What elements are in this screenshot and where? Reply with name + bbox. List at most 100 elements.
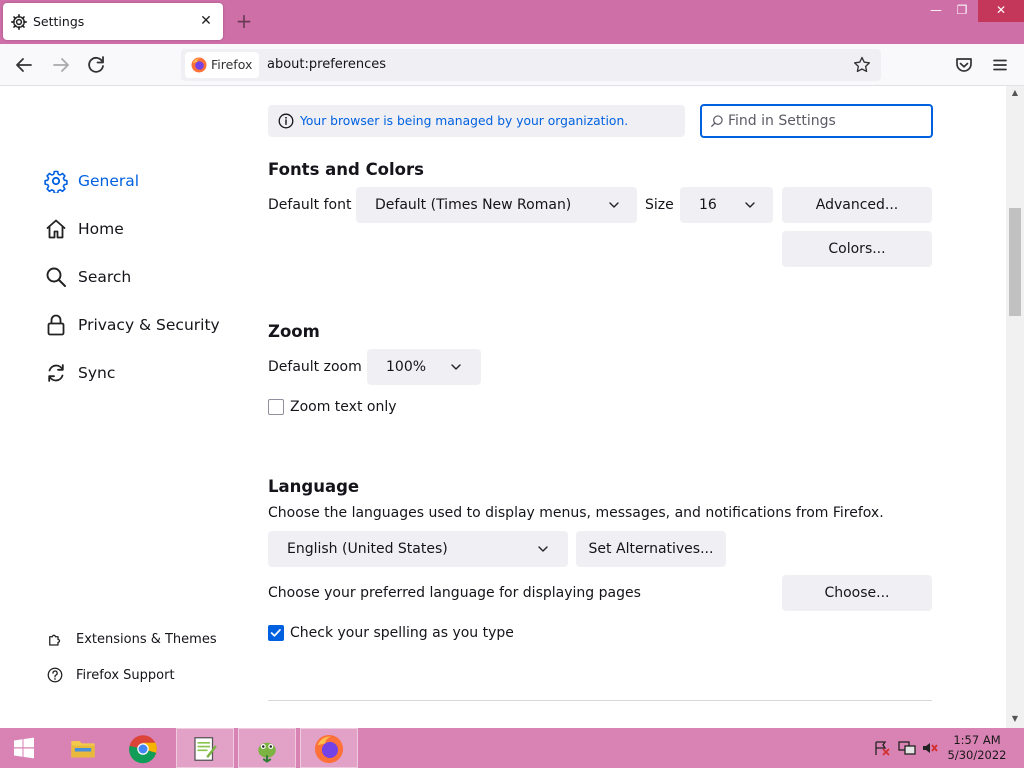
notepad-icon: [194, 737, 217, 761]
chrome-taskbar-icon[interactable]: [114, 728, 172, 768]
language-heading: Language: [268, 477, 360, 496]
language-select[interactable]: English (United States): [268, 531, 568, 567]
close-window-button[interactable]: ✕: [978, 0, 1024, 22]
action-center-flag-icon[interactable]: [873, 740, 891, 756]
language-description: Choose the languages used to display men…: [268, 505, 884, 521]
sidebar-item-search[interactable]: Search: [44, 261, 131, 293]
font-size-select[interactable]: 16: [680, 187, 773, 223]
chevron-down-icon: [451, 364, 461, 370]
spellcheck-checkbox[interactable]: [268, 625, 284, 641]
tab-settings[interactable]: Settings ✕: [3, 3, 223, 40]
colors-button[interactable]: Colors...: [782, 231, 932, 267]
chrome-logo-icon: [129, 735, 157, 764]
sidebar-link-support[interactable]: Firefox Support: [46, 666, 175, 684]
close-tab-icon[interactable]: ✕: [197, 12, 215, 30]
sync-icon: [48, 364, 64, 382]
sidebar-item-label: Privacy & Security: [78, 316, 220, 334]
sidebar-item-label: Search: [78, 268, 132, 286]
policy-banner[interactable]: Your browser is being managed by your or…: [268, 105, 685, 137]
firefox-logo-icon: [191, 57, 207, 73]
search-input[interactable]: [728, 111, 924, 131]
notepad-plus-taskbar-icon[interactable]: [176, 728, 234, 768]
help-icon: [47, 667, 63, 683]
info-icon: [278, 113, 294, 129]
zoom-text-only-label[interactable]: Zoom text only: [290, 399, 397, 415]
gear-icon: [11, 14, 27, 30]
new-tab-button[interactable]: +: [233, 10, 255, 32]
chevron-down-icon: [745, 202, 755, 208]
navigation-toolbar: Firefox about:preferences: [0, 44, 1024, 86]
system-clock[interactable]: 1:57 AM 5/30/2022: [946, 733, 1008, 763]
screen: Settings ✕ + — ❐ ✕ Firefox about:prefere…: [0, 0, 1024, 768]
home-icon: [46, 219, 66, 239]
zoom-text-only-checkbox[interactable]: [268, 399, 284, 415]
chevron-down-icon: [538, 546, 548, 552]
folder-icon: [71, 741, 95, 758]
bookmark-star-icon[interactable]: [852, 55, 872, 75]
default-font-select[interactable]: Default (Times New Roman): [356, 187, 637, 223]
bug-app-icon: [258, 742, 276, 763]
page-language-label: Choose your preferred language for displ…: [268, 585, 641, 601]
app-taskbar-icon[interactable]: [238, 728, 296, 768]
identity-box[interactable]: Firefox: [185, 52, 259, 78]
default-zoom-label: Default zoom: [268, 359, 362, 375]
page-scrollbar[interactable]: ▲ ▼: [1006, 86, 1024, 728]
set-alternatives-button[interactable]: Set Alternatives...: [576, 531, 726, 567]
volume-muted-icon[interactable]: [921, 740, 939, 756]
sidebar-item-label: Sync: [78, 364, 116, 382]
windows-logo-icon: [14, 737, 34, 759]
sidebar-link-extensions[interactable]: Extensions & Themes: [46, 630, 217, 648]
sidebar-item-label: General: [78, 172, 140, 190]
sidebar-item-general[interactable]: General: [44, 165, 139, 197]
reload-icon[interactable]: [84, 53, 108, 77]
search-icon: [46, 267, 66, 287]
gear-icon: [44, 170, 68, 193]
scroll-down-arrow-icon[interactable]: ▼: [1010, 714, 1020, 723]
font-size-value: 16: [699, 197, 717, 213]
advanced-fonts-button[interactable]: Advanced...: [782, 187, 932, 223]
network-icon[interactable]: [898, 740, 916, 756]
forward-icon[interactable]: [49, 53, 73, 77]
sidebar-item-label: Home: [78, 220, 124, 238]
lock-icon: [47, 314, 65, 336]
spellcheck-label[interactable]: Check your spelling as you type: [290, 625, 514, 641]
scrollbar-thumb[interactable]: [1009, 208, 1021, 316]
section-divider: [268, 700, 932, 701]
url-bar[interactable]: Firefox about:preferences: [181, 49, 881, 81]
sidebar-item-sync[interactable]: Sync: [44, 357, 115, 389]
size-label: Size: [645, 197, 674, 213]
sidebar-item-privacy[interactable]: Privacy & Security: [44, 309, 220, 341]
restore-button[interactable]: ❐: [946, 0, 978, 22]
tab-bar: Settings ✕ + — ❐ ✕: [0, 0, 1024, 44]
menu-icon[interactable]: [988, 53, 1012, 77]
back-icon[interactable]: [12, 53, 36, 77]
default-zoom-select[interactable]: 100%: [367, 349, 481, 385]
identity-label: Firefox: [211, 57, 253, 72]
firefox-logo-icon: [314, 734, 344, 764]
pocket-icon[interactable]: [952, 53, 976, 77]
tab-title: Settings: [33, 14, 85, 29]
default-zoom-value: 100%: [386, 359, 427, 375]
choose-language-button[interactable]: Choose...: [782, 575, 932, 611]
sidebar-link-label: Firefox Support: [76, 667, 175, 683]
policy-banner-text: Your browser is being managed by your or…: [300, 114, 629, 128]
puzzle-icon: [49, 634, 61, 646]
clock-time: 1:57 AM: [953, 733, 1001, 747]
scroll-up-arrow-icon[interactable]: ▲: [1010, 88, 1020, 97]
find-in-settings[interactable]: [700, 104, 933, 138]
start-button[interactable]: [0, 728, 48, 768]
url-text[interactable]: about:preferences: [267, 57, 386, 72]
taskbar: 1:57 AM 5/30/2022: [0, 728, 1024, 768]
sidebar-item-home[interactable]: Home: [44, 213, 124, 245]
default-font-label: Default font: [268, 197, 352, 213]
language-value: English (United States): [287, 541, 448, 557]
search-icon: [711, 115, 723, 127]
firefox-taskbar-icon[interactable]: [300, 728, 358, 768]
settings-page: General Home Search Privacy & Security S…: [0, 86, 1006, 728]
default-font-value: Default (Times New Roman): [375, 197, 572, 213]
fonts-heading: Fonts and Colors: [268, 160, 424, 179]
chevron-down-icon: [609, 202, 619, 208]
checkmark-icon: [270, 629, 281, 637]
file-explorer-taskbar-icon[interactable]: [55, 728, 113, 768]
clock-date: 5/30/2022: [947, 748, 1007, 762]
